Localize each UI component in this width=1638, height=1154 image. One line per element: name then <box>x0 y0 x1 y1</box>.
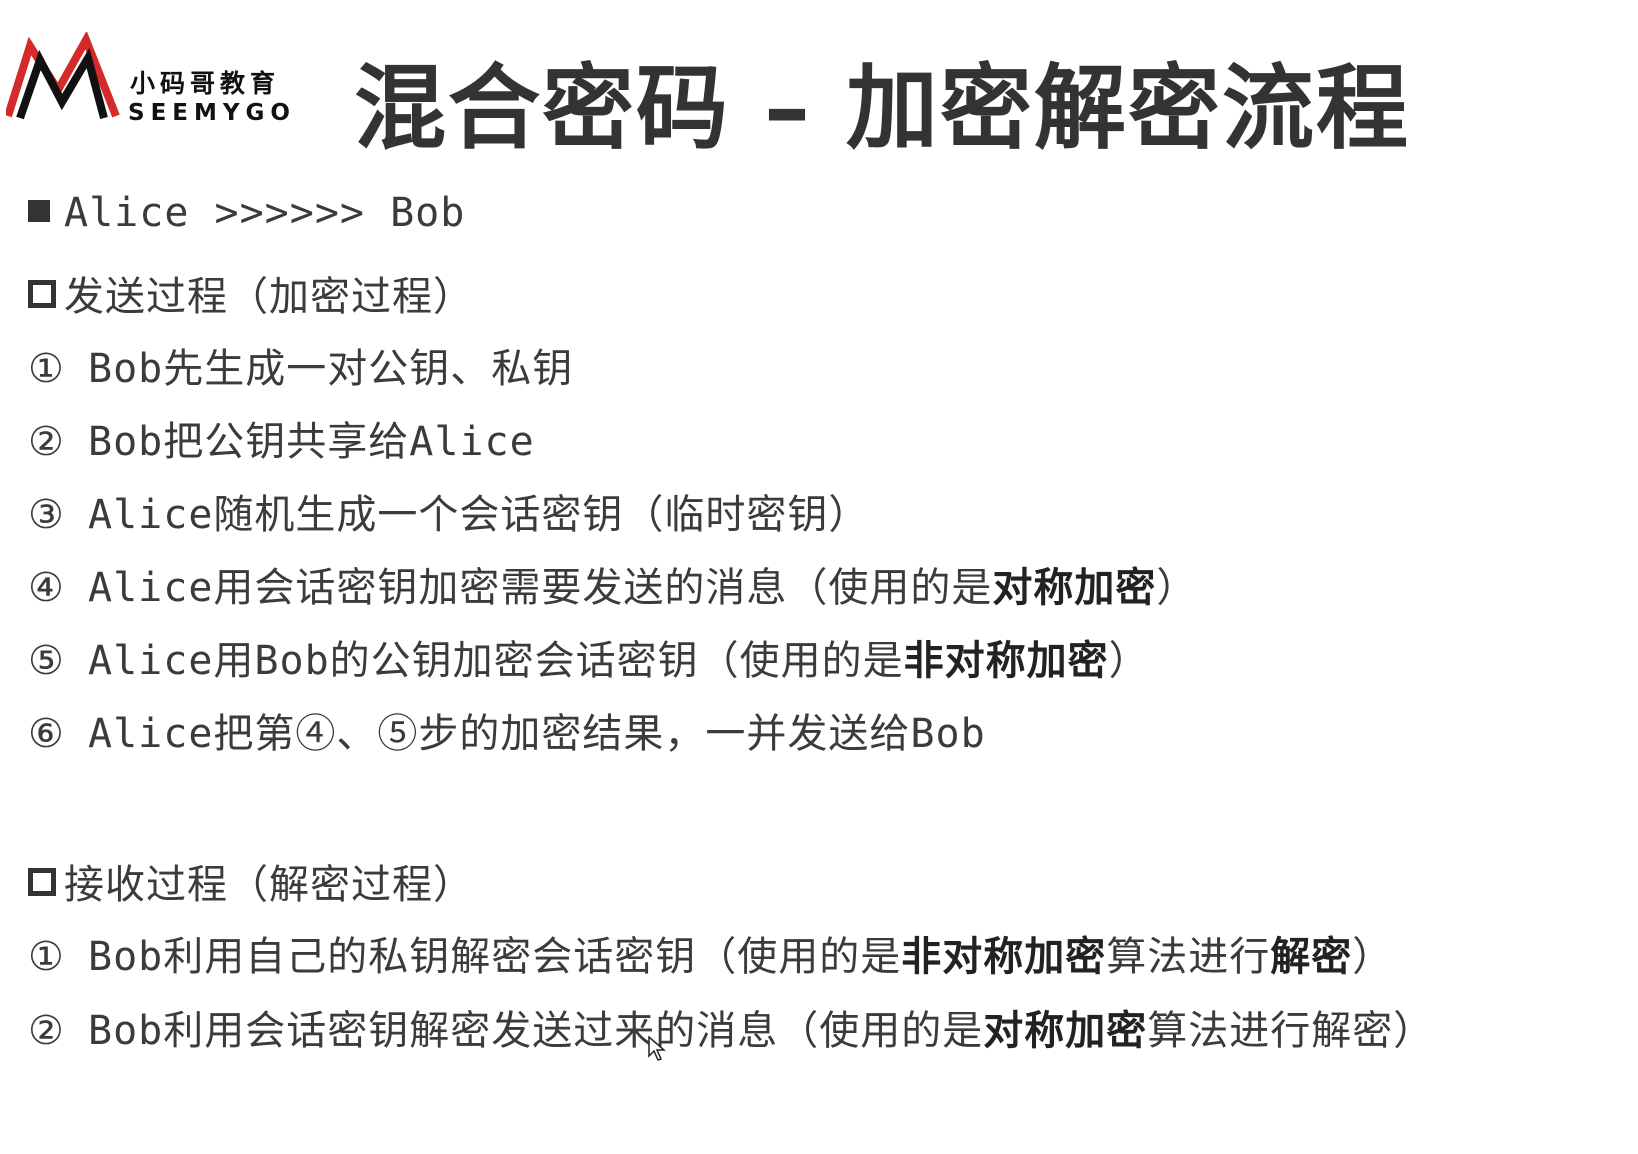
mouse-cursor-icon <box>648 1036 666 1061</box>
step-text: 算法进行解密） <box>1147 1008 1435 1054</box>
step-text: Alice随机生成一个会话密钥（临时密钥） <box>88 492 870 538</box>
logo-m-icon <box>6 32 120 120</box>
step-item: ③ Alice随机生成一个会话密钥（临时密钥） <box>28 482 869 540</box>
step-number: ① <box>28 934 65 980</box>
open-square-bullet-icon <box>28 868 56 896</box>
step-number: ② <box>28 419 65 465</box>
step-number: ② <box>28 1008 65 1054</box>
send-heading-row: 发送过程（加密过程） <box>28 264 474 322</box>
filled-square-bullet-icon <box>28 200 50 222</box>
step-text: Bob先生成一对公钥、私钥 <box>88 346 574 392</box>
step-text: ） <box>1108 638 1150 684</box>
main-heading-row: Alice >>>>>> Bob <box>28 190 465 236</box>
step-number: ① <box>28 346 65 392</box>
step-number: ③ <box>28 492 65 538</box>
step-emphasis: 对称加密 <box>983 1008 1148 1054</box>
step-text: Alice把第④、⑤步的加密结果，一并发送给Bob <box>88 711 986 757</box>
logo-cn-text: 小码哥教育 <box>130 69 281 98</box>
open-square-bullet-icon <box>28 280 56 308</box>
step-text: Bob把公钥共享给Alice <box>88 419 535 465</box>
receive-heading-row: 接收过程（解密过程） <box>28 852 474 910</box>
step-text: Alice用会话密钥加密需要发送的消息（使用的是 <box>88 565 993 611</box>
step-item: ② Bob利用会话密钥解密发送过来的消息（使用的是对称加密算法进行解密） <box>28 998 1434 1056</box>
step-emphasis: 对称加密 <box>992 565 1157 611</box>
step-number: ④ <box>28 565 65 611</box>
step-item: ① Bob利用自己的私钥解密会话密钥（使用的是非对称加密算法进行解密） <box>28 924 1393 982</box>
brand-logo: 小码哥教育 SEEMYGO <box>6 28 316 128</box>
step-item: ① Bob先生成一对公钥、私钥 <box>28 336 573 394</box>
step-text: ） <box>1352 934 1394 980</box>
step-text: Bob利用会话密钥解密发送过来的消息（使用的是 <box>88 1008 984 1054</box>
send-heading: 发送过程（加密过程） <box>64 274 474 320</box>
step-text: Bob利用自己的私钥解密会话密钥（使用的是 <box>88 934 902 980</box>
main-heading: Alice >>>>>> Bob <box>64 190 466 236</box>
step-number: ⑤ <box>28 638 65 684</box>
page-title: 混合密码 – 加密解密流程 <box>354 55 1411 162</box>
step-number: ⑥ <box>28 711 65 757</box>
logo-en-text: SEEMYGO <box>128 100 296 126</box>
step-emphasis: 非对称加密 <box>901 934 1107 980</box>
step-text: ） <box>1156 565 1198 611</box>
step-emphasis: 非对称加密 <box>903 638 1109 684</box>
receive-heading: 接收过程（解密过程） <box>64 862 474 908</box>
step-item: ⑤ Alice用Bob的公钥加密会话密钥（使用的是非对称加密） <box>28 628 1150 686</box>
step-item: ④ Alice用会话密钥加密需要发送的消息（使用的是对称加密） <box>28 555 1197 613</box>
step-item: ② Bob把公钥共享给Alice <box>28 409 535 467</box>
step-text: Alice用Bob的公钥加密会话密钥（使用的是 <box>88 638 904 684</box>
step-emphasis: 解密 <box>1270 934 1353 980</box>
step-item: ⑥ Alice把第④、⑤步的加密结果，一并发送给Bob <box>28 701 986 759</box>
step-text: 算法进行 <box>1106 934 1271 980</box>
